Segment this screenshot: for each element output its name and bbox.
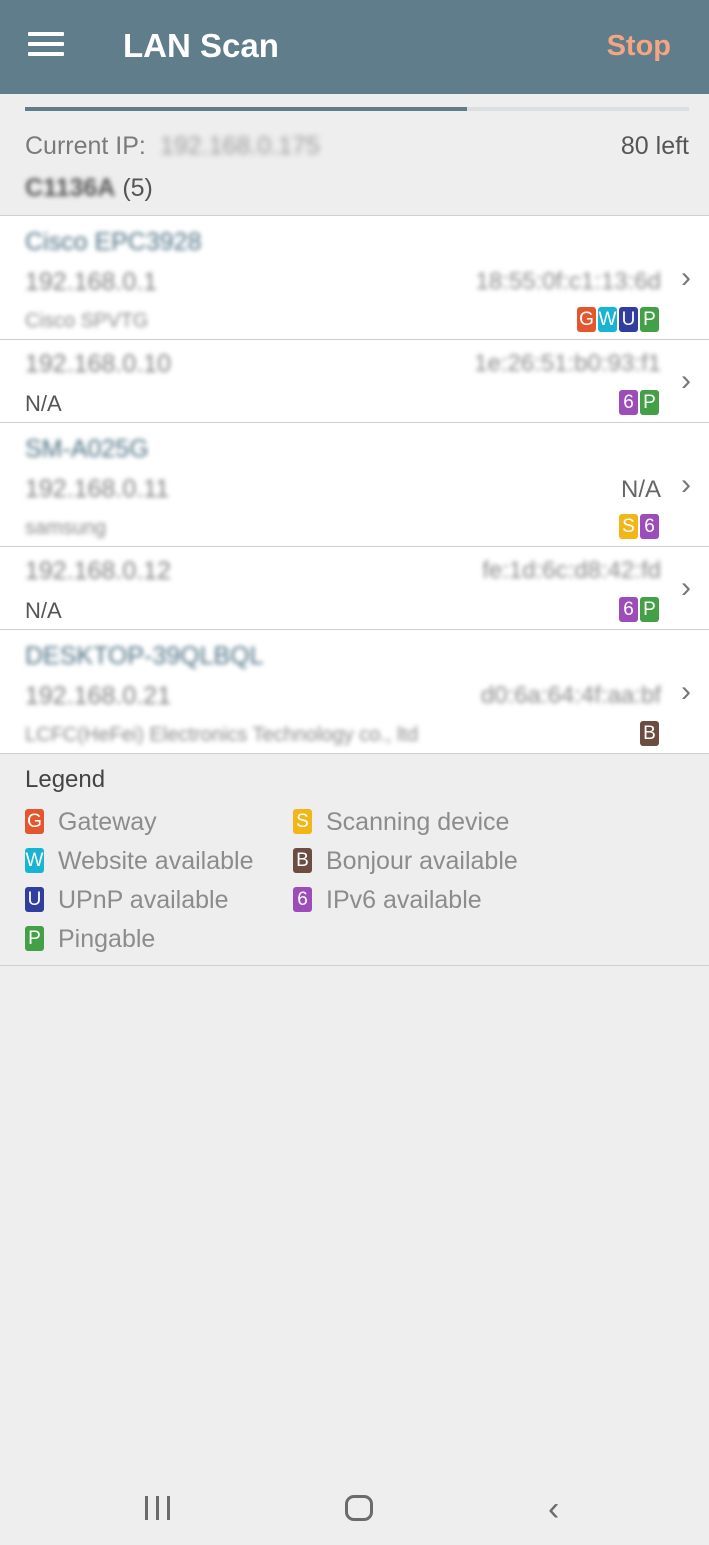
device-vendor: LCFC(HeFei) Electronics Technology co., … bbox=[25, 724, 419, 746]
remaining-count: 80 left bbox=[620, 132, 689, 160]
legend-item-scanning-device: S Scanning device bbox=[293, 808, 509, 837]
legend-item-website: W Website available bbox=[25, 847, 253, 876]
device-row[interactable]: 192.168.0.10 N/A 1e:26:51:b0:93:f1 6 P › bbox=[0, 340, 709, 422]
current-ip-value: 192.168.0.175 bbox=[160, 132, 320, 160]
device-name: DESKTOP-39QLBQL bbox=[25, 642, 264, 670]
legend-label: Pingable bbox=[58, 925, 156, 953]
home-icon[interactable] bbox=[345, 1495, 373, 1521]
device-row[interactable]: Cisco EPC3928 192.168.0.1 Cisco SPVTG 18… bbox=[0, 216, 709, 339]
legend-item-gateway: G Gateway bbox=[25, 808, 157, 837]
device-badges: B bbox=[640, 721, 659, 746]
app-bar: LAN Scan Stop bbox=[0, 0, 709, 94]
device-mac: 1e:26:51:b0:93:f1 bbox=[474, 350, 661, 377]
badge-bonjour: B bbox=[293, 848, 312, 873]
device-ip: 192.168.0.21 bbox=[25, 682, 171, 710]
badge-ipv6: 6 bbox=[619, 597, 638, 622]
system-nav-bar: ‹ bbox=[0, 1470, 709, 1545]
current-ip-label: Current IP: bbox=[25, 132, 146, 160]
device-ip: 192.168.0.11 bbox=[25, 475, 170, 503]
recent-apps-icon[interactable] bbox=[145, 1496, 173, 1520]
chevron-right-icon: › bbox=[681, 675, 691, 708]
badge-gateway: G bbox=[577, 307, 596, 332]
device-badges: G W U P bbox=[577, 307, 659, 332]
badge-ipv6: 6 bbox=[293, 887, 312, 912]
legend-title: Legend bbox=[25, 766, 106, 793]
scan-status: Current IP: 192.168.0.175 80 left bbox=[25, 130, 689, 164]
badge-scanning-device: S bbox=[619, 514, 638, 539]
legend-label: Gateway bbox=[58, 808, 157, 836]
network-header: C1136A (5) bbox=[25, 174, 153, 203]
device-mac: N/A bbox=[620, 476, 661, 503]
badge-upnp: U bbox=[25, 887, 44, 912]
network-name: C1136A bbox=[25, 174, 116, 202]
legend-label: Bonjour available bbox=[326, 847, 518, 875]
badge-ipv6: 6 bbox=[640, 514, 659, 539]
device-name: Cisco EPC3928 bbox=[25, 228, 202, 256]
device-vendor: N/A bbox=[25, 391, 62, 416]
chevron-right-icon: › bbox=[681, 364, 691, 397]
device-badges: S 6 bbox=[619, 514, 659, 539]
legend-item-pingable: P Pingable bbox=[25, 925, 155, 954]
network-device-count: (5) bbox=[122, 174, 153, 202]
legend-item-bonjour: B Bonjour available bbox=[293, 847, 518, 876]
device-ip: 192.168.0.10 bbox=[25, 350, 171, 378]
device-row[interactable]: 192.168.0.12 N/A fe:1d:6c:d8:42:fd 6 P › bbox=[0, 547, 709, 629]
stop-button[interactable]: Stop bbox=[607, 28, 671, 64]
device-name: SM-A025G bbox=[25, 435, 149, 463]
device-badges: 6 P bbox=[619, 597, 659, 622]
device-vendor: Cisco SPVTG bbox=[25, 310, 149, 332]
badge-pingable: P bbox=[640, 307, 659, 332]
device-mac: 18:55:0f:c1:13:6d bbox=[475, 268, 661, 295]
legend-item-upnp: U UPnP available bbox=[25, 886, 228, 915]
device-row[interactable]: SM-A025G 192.168.0.11 samsung N/A S 6 › bbox=[0, 423, 709, 546]
device-vendor: samsung bbox=[25, 517, 107, 539]
badge-gateway: G bbox=[25, 809, 44, 834]
badge-pingable: P bbox=[640, 597, 659, 622]
chevron-right-icon: › bbox=[681, 261, 691, 294]
divider bbox=[0, 965, 709, 966]
badge-pingable: P bbox=[640, 390, 659, 415]
badge-bonjour: B bbox=[640, 721, 659, 746]
device-badges: 6 P bbox=[619, 390, 659, 415]
back-icon[interactable]: ‹ bbox=[548, 1492, 559, 1526]
legend-label: Scanning device bbox=[326, 808, 510, 836]
legend-label: Website available bbox=[58, 847, 254, 875]
page-title: LAN Scan bbox=[123, 27, 279, 64]
device-mac: fe:1d:6c:d8:42:fd bbox=[482, 557, 661, 584]
divider bbox=[0, 753, 709, 754]
badge-upnp: U bbox=[619, 307, 638, 332]
scan-progress-fill bbox=[25, 107, 468, 111]
badge-website: W bbox=[598, 307, 617, 332]
legend-item-ipv6: 6 IPv6 available bbox=[293, 886, 482, 915]
badge-ipv6: 6 bbox=[619, 390, 638, 415]
chevron-right-icon: › bbox=[681, 571, 691, 604]
device-ip: 192.168.0.1 bbox=[25, 268, 158, 296]
device-mac: d0:6a:64:4f:aa:bf bbox=[480, 682, 661, 709]
chevron-right-icon: › bbox=[681, 468, 691, 501]
legend-label: IPv6 available bbox=[326, 886, 482, 914]
hamburger-menu-icon[interactable] bbox=[28, 32, 64, 60]
device-ip: 192.168.0.12 bbox=[25, 557, 171, 585]
badge-website: W bbox=[25, 848, 44, 873]
device-vendor: N/A bbox=[25, 598, 62, 623]
badge-scanning-device: S bbox=[293, 809, 312, 834]
legend-label: UPnP available bbox=[58, 886, 229, 914]
scan-progress-bar bbox=[25, 107, 689, 111]
device-row[interactable]: DESKTOP-39QLBQL 192.168.0.21 LCFC(HeFei)… bbox=[0, 630, 709, 753]
badge-pingable: P bbox=[25, 926, 44, 951]
